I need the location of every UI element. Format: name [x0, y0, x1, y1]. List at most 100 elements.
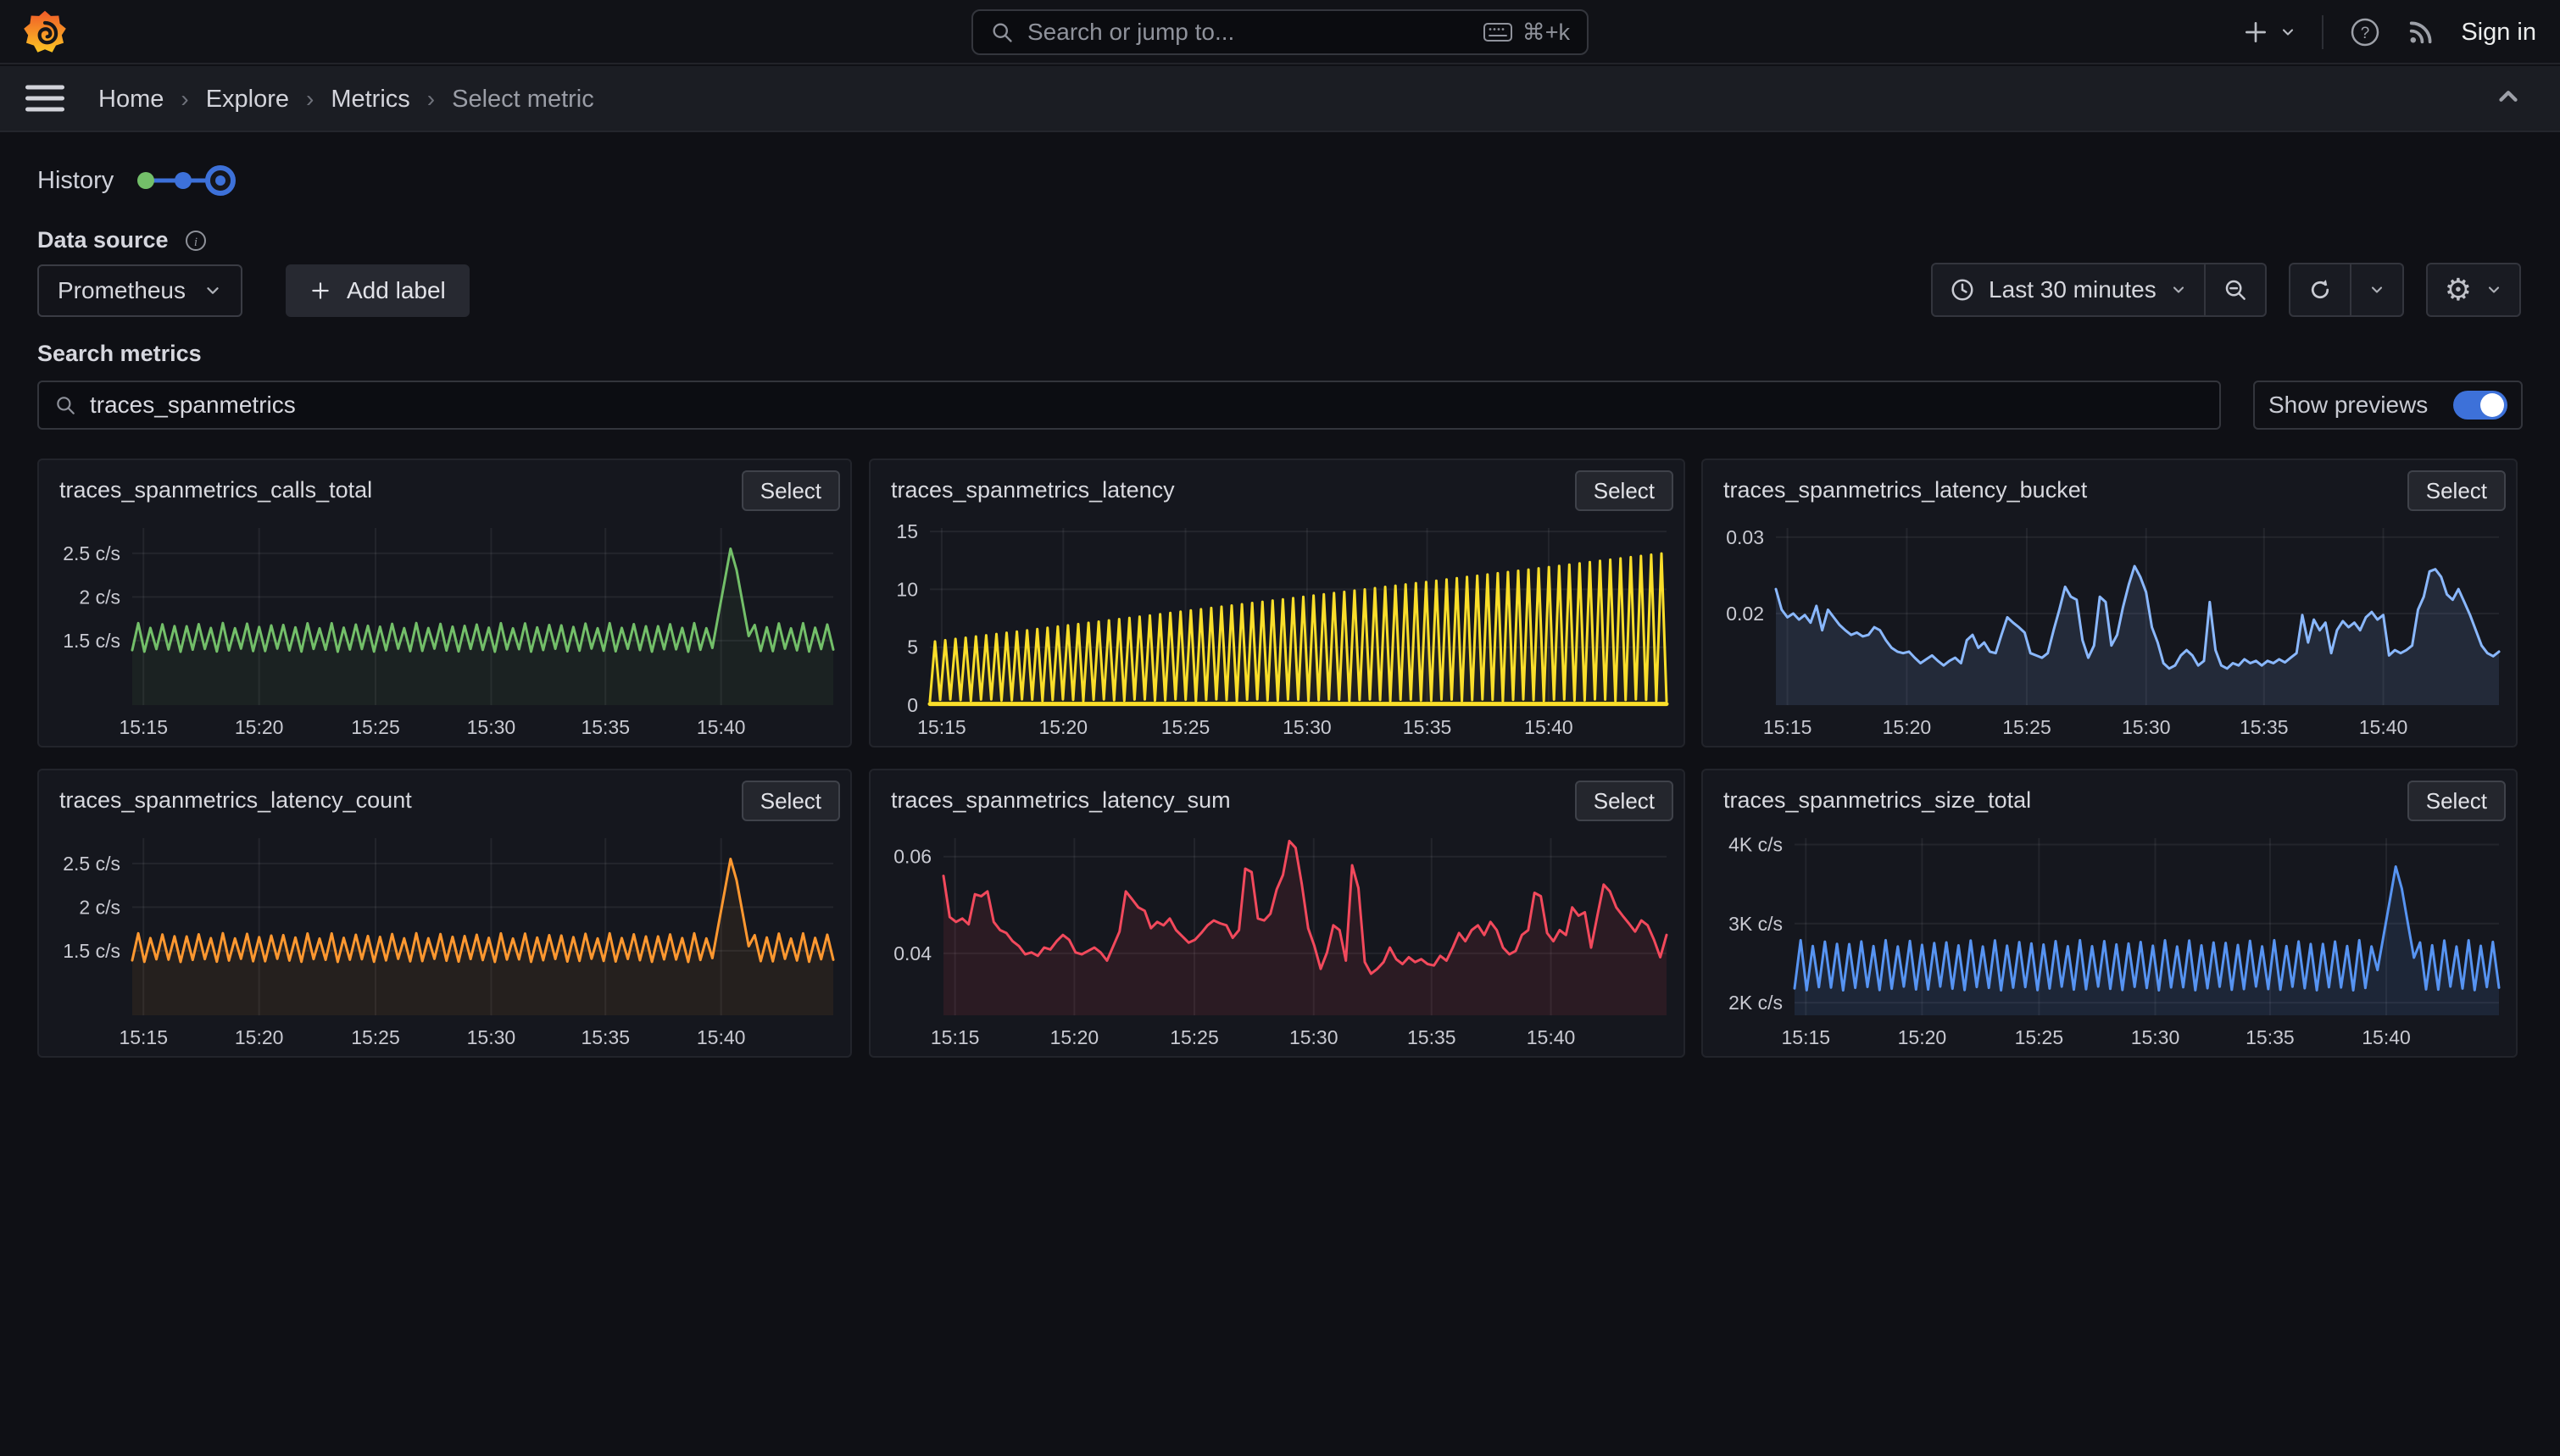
help-button[interactable]: ?: [2349, 16, 2381, 48]
time-range-group: Last 30 minutes: [1931, 263, 2267, 317]
news-button[interactable]: [2407, 18, 2435, 47]
svg-text:15:40: 15:40: [2359, 716, 2408, 738]
chart-svg: 15:1515:2015:2515:3015:3515:400.040.06: [879, 825, 1673, 1051]
show-previews-toggle[interactable]: [2453, 391, 2507, 420]
svg-text:3K c/s: 3K c/s: [1728, 913, 1783, 935]
select-metric-button[interactable]: Select: [1575, 781, 1673, 821]
breadcrumb-metrics[interactable]: Metrics: [331, 86, 409, 114]
svg-text:15:20: 15:20: [1898, 1026, 1947, 1048]
breadcrumb-home[interactable]: Home: [98, 86, 164, 114]
svg-text:15:20: 15:20: [235, 1026, 284, 1048]
chevron-down-icon: [2485, 281, 2502, 298]
svg-text:0.02: 0.02: [1726, 603, 1764, 625]
breadcrumb-separator: ›: [427, 86, 435, 113]
history-timeline[interactable]: [136, 161, 241, 200]
time-range-picker[interactable]: Last 30 minutes: [1931, 263, 2206, 317]
svg-text:15:15: 15:15: [917, 716, 966, 738]
svg-text:15:20: 15:20: [235, 716, 284, 738]
time-controls: Last 30 minutes: [1931, 263, 2521, 317]
shortcut-label: ⌘+k: [1522, 19, 1570, 46]
svg-text:15:25: 15:25: [1161, 716, 1210, 738]
metric-preview-chart[interactable]: 15:1515:2015:2515:3015:3515:402K c/s3K c…: [1711, 825, 2506, 1051]
svg-text:i: i: [193, 236, 197, 249]
datasource-picker[interactable]: Prometheus: [37, 264, 242, 317]
global-search-box[interactable]: ⌘+k: [971, 9, 1589, 55]
show-previews-control: Show previews: [2253, 381, 2523, 430]
svg-text:15:25: 15:25: [1170, 1026, 1219, 1048]
svg-text:15:40: 15:40: [697, 716, 746, 738]
refresh-button[interactable]: [2289, 263, 2351, 317]
search-metrics-input[interactable]: [90, 392, 2204, 419]
svg-text:10: 10: [896, 578, 918, 600]
metric-preview-chart[interactable]: 15:1515:2015:2515:3015:3515:401.5 c/s2 c…: [47, 514, 840, 741]
svg-text:15:15: 15:15: [1763, 716, 1812, 738]
refresh-icon: [2307, 277, 2333, 303]
gear-icon: ⚙: [2445, 275, 2472, 305]
chart-svg: 15:1515:2015:2515:3015:3515:401.5 c/s2 c…: [47, 514, 840, 741]
menu-toggle-button[interactable]: [25, 79, 64, 119]
breadcrumb: Home › Explore › Metrics › Select metric: [98, 66, 594, 132]
svg-text:15:35: 15:35: [581, 1026, 630, 1048]
global-search-input[interactable]: [1027, 19, 1483, 46]
chevron-down-icon: [2170, 281, 2187, 298]
select-metric-button[interactable]: Select: [742, 781, 840, 821]
svg-text:15:15: 15:15: [119, 716, 168, 738]
sign-in-button[interactable]: Sign in: [2461, 19, 2536, 47]
breadcrumb-separator: ›: [306, 86, 314, 113]
metric-preview-chart[interactable]: 15:1515:2015:2515:3015:3515:401.5 c/s2 c…: [47, 825, 840, 1051]
metric-panel-latency-bucket: traces_spanmetrics_latency_bucket Select…: [1701, 458, 2518, 747]
help-icon: ?: [2349, 16, 2381, 48]
svg-text:15:30: 15:30: [1283, 716, 1332, 738]
svg-text:15:20: 15:20: [1050, 1026, 1099, 1048]
add-label-text: Add label: [347, 277, 446, 304]
search-icon: [54, 394, 76, 416]
svg-text:?: ?: [2361, 25, 2370, 42]
metric-panel-calls-total: traces_spanmetrics_calls_total Select 15…: [37, 458, 852, 747]
grafana-app: ⌘+k ?: [0, 0, 2560, 1456]
svg-text:15:40: 15:40: [2362, 1026, 2411, 1048]
panel-title: traces_spanmetrics_latency_bucket: [1723, 477, 2087, 503]
metric-preview-chart[interactable]: 15:1515:2015:2515:3015:3515:40051015: [879, 514, 1673, 741]
show-previews-label: Show previews: [2268, 392, 2428, 419]
zoom-out-button[interactable]: [2206, 263, 2267, 317]
chart-svg: 15:1515:2015:2515:3015:3515:401.5 c/s2 c…: [47, 825, 840, 1051]
chevron-down-icon: [203, 281, 222, 300]
metric-preview-chart[interactable]: 15:1515:2015:2515:3015:3515:400.020.03: [1711, 514, 2506, 741]
svg-text:15:30: 15:30: [1289, 1026, 1338, 1048]
select-metric-button[interactable]: Select: [2407, 470, 2506, 511]
add-label-button[interactable]: Add label: [286, 264, 470, 317]
svg-text:15:30: 15:30: [2131, 1026, 2180, 1048]
select-metric-button[interactable]: Select: [2407, 781, 2506, 821]
svg-text:15:35: 15:35: [2240, 716, 2289, 738]
svg-text:15:40: 15:40: [697, 1026, 746, 1048]
svg-text:2 c/s: 2 c/s: [79, 586, 120, 608]
svg-text:0.03: 0.03: [1726, 526, 1764, 548]
svg-text:15:20: 15:20: [1039, 716, 1088, 738]
topbar-divider: [2322, 15, 2323, 49]
breadcrumb-select-metric: Select metric: [452, 86, 594, 114]
svg-text:0.06: 0.06: [893, 846, 932, 868]
info-icon[interactable]: i: [184, 229, 208, 253]
svg-text:15:35: 15:35: [1403, 716, 1452, 738]
chart-svg: 15:1515:2015:2515:3015:3515:400.020.03: [1711, 514, 2506, 741]
grafana-logo-icon[interactable]: [22, 9, 68, 55]
select-metric-button[interactable]: Select: [1575, 470, 1673, 511]
chevron-up-icon: [2494, 82, 2523, 111]
svg-text:15:30: 15:30: [467, 716, 516, 738]
select-metric-button[interactable]: Select: [742, 470, 840, 511]
history-section: History: [37, 161, 241, 200]
hamburger-icon: [25, 86, 64, 90]
history-label: History: [37, 167, 114, 195]
history-step-icon[interactable]: [137, 172, 154, 189]
breadcrumb-explore[interactable]: Explore: [206, 86, 289, 114]
refresh-interval-dropdown[interactable]: [2351, 263, 2404, 317]
datasource-section: Data source i: [37, 227, 208, 253]
collapse-toolbar-button[interactable]: [2494, 82, 2523, 115]
new-menu-button[interactable]: [2242, 19, 2296, 46]
metric-preview-chart[interactable]: 15:1515:2015:2515:3015:3515:400.040.06: [879, 825, 1673, 1051]
settings-button[interactable]: ⚙: [2426, 263, 2521, 317]
toggle-knob: [2480, 393, 2504, 417]
keyboard-shortcut-hint: ⌘+k: [1483, 19, 1570, 46]
chevron-down-icon: [2368, 281, 2385, 298]
history-step-icon[interactable]: [175, 172, 192, 189]
